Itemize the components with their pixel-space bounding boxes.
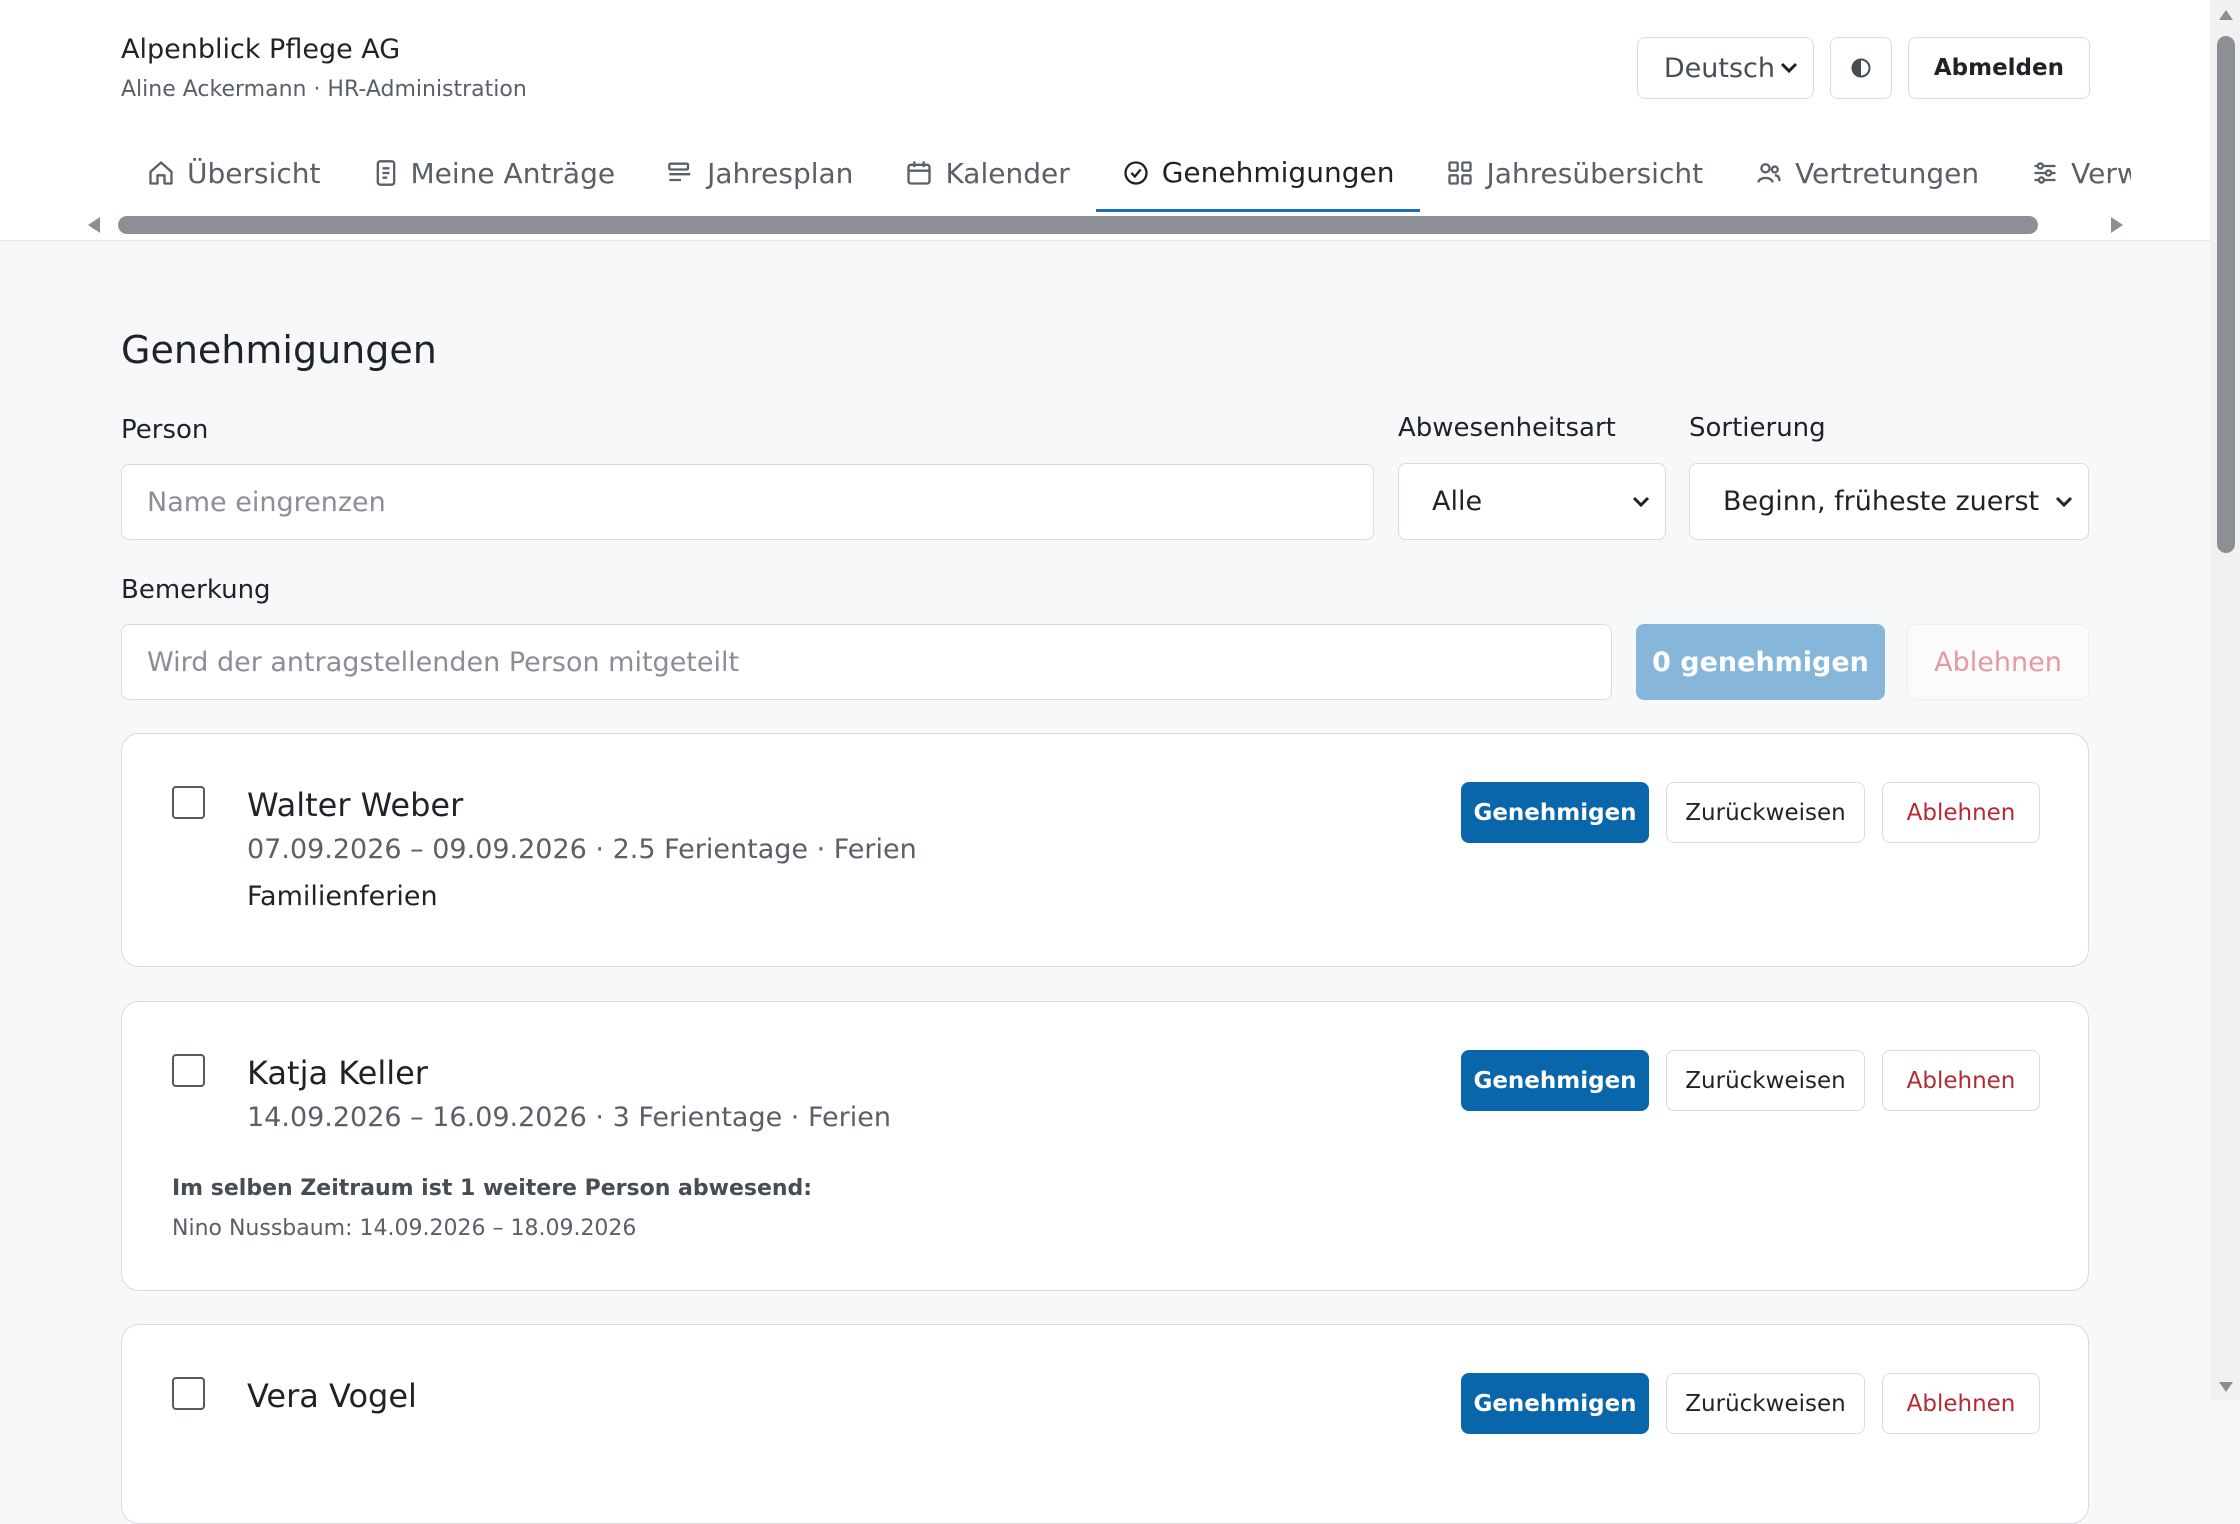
tab-kalender[interactable]: Kalender — [879, 136, 1095, 210]
tab-genehmigungen[interactable]: Genehmigungen — [1095, 136, 1421, 212]
request-note: Familienferien — [247, 881, 438, 912]
request-checkbox[interactable] — [172, 786, 205, 819]
scroll-right-icon[interactable] — [2111, 217, 2123, 233]
language-value: Deutsch — [1663, 52, 1775, 84]
scroll-up-icon[interactable] — [2219, 10, 2233, 20]
contrast-icon — [1851, 58, 1871, 78]
language-select[interactable]: Deutsch — [1636, 37, 1814, 99]
sort-label: Sortierung — [1689, 413, 1826, 443]
chevron-down-icon — [2055, 496, 2073, 507]
return-button[interactable]: Zurückweisen — [1666, 782, 1865, 843]
reject-button[interactable]: Ablehnen — [1882, 782, 2040, 843]
timeline-icon — [668, 162, 691, 182]
page-title: Genehmigungen — [121, 328, 437, 372]
top-controls: Deutsch Abmelden — [1636, 37, 2090, 99]
grid-icon — [1448, 161, 1473, 185]
document-icon — [376, 160, 395, 186]
tab-jahresplan[interactable]: Jahresplan — [641, 136, 879, 210]
sort-select[interactable]: Beginn, früheste zuerst — [1689, 463, 2089, 540]
approve-selected-button[interactable]: 0 genehmigen — [1636, 624, 1885, 700]
request-card: Katja Keller 14.09.2026 – 16.09.2026 · 3… — [121, 1001, 2089, 1291]
theme-toggle-button[interactable] — [1829, 37, 1892, 99]
logout-button[interactable]: Abmelden — [1907, 37, 2090, 99]
reject-button[interactable]: Ablehnen — [1882, 1373, 2040, 1434]
tab-verwaltung[interactable]: Verwaltu — [2005, 136, 2131, 210]
main-tabs: Übersicht Meine Anträge Jahresplan Kalen… — [121, 136, 2131, 212]
sort-value: Beginn, früheste zuerst — [1723, 486, 2040, 517]
absence-type-value: Alle — [1432, 486, 1483, 517]
scrollbar-thumb[interactable] — [2217, 36, 2235, 553]
person-filter-label: Person — [121, 415, 209, 445]
request-card: Walter Weber 07.09.2026 – 09.09.2026 · 2… — [121, 733, 2089, 967]
absence-type-label: Abwesenheitsart — [1398, 413, 1616, 443]
absence-type-select[interactable]: Alle — [1398, 463, 1666, 540]
user-role-line: Aline Ackermann · HR-Administration — [121, 77, 527, 102]
app-frame: Alpenblick Pflege AG Aline Ackermann · H… — [0, 0, 2240, 1524]
request-person-name: Vera Vogel — [247, 1377, 417, 1415]
return-button[interactable]: Zurückweisen — [1666, 1373, 1865, 1434]
request-checkbox[interactable] — [172, 1054, 205, 1087]
approve-button[interactable]: Genehmigen — [1461, 1373, 1649, 1434]
tab-label: Verwaltu — [2071, 156, 2131, 190]
tab-meine-antraege[interactable]: Meine Anträge — [347, 136, 642, 210]
request-meta: 07.09.2026 – 09.09.2026 · 2.5 Ferientage… — [247, 834, 917, 865]
people-icon — [1757, 163, 1781, 183]
overlap-person: Nino Nussbaum: 14.09.2026 – 18.09.2026 — [172, 1216, 637, 1241]
tab-uebersicht[interactable]: Übersicht — [121, 136, 347, 210]
brand: Alpenblick Pflege AG Aline Ackermann · H… — [121, 34, 527, 102]
request-actions: Genehmigen Zurückweisen Ablehnen — [1461, 782, 2040, 843]
request-person-name: Walter Weber — [247, 786, 464, 824]
remark-placeholder: Wird der antragstellenden Person mitgete… — [147, 646, 740, 678]
return-button[interactable]: Zurückweisen — [1666, 1050, 1865, 1111]
person-filter-placeholder: Name eingrenzen — [147, 486, 386, 518]
approve-button[interactable]: Genehmigen — [1461, 782, 1649, 843]
request-card: Vera Vogel Genehmigen Zurückweisen Ableh… — [121, 1324, 2089, 1524]
tab-label: Vertretungen — [1795, 156, 1980, 190]
tab-vertretungen[interactable]: Vertretungen — [1729, 136, 2005, 210]
org-name: Alpenblick Pflege AG — [121, 34, 401, 65]
home-icon — [149, 161, 173, 185]
tabs-horizontal-scrollbar[interactable] — [88, 215, 2123, 235]
sliders-icon — [2034, 162, 2056, 184]
approve-button[interactable]: Genehmigen — [1461, 1050, 1649, 1111]
calendar-icon — [907, 161, 932, 185]
request-checkbox[interactable] — [172, 1377, 205, 1410]
tab-label: Meine Anträge — [410, 156, 616, 190]
reject-button[interactable]: Ablehnen — [1882, 1050, 2040, 1111]
tab-label: Kalender — [945, 156, 1070, 190]
tab-label: Übersicht — [187, 156, 321, 190]
scrollbar-thumb[interactable] — [118, 216, 2038, 234]
request-actions: Genehmigen Zurückweisen Ablehnen — [1461, 1373, 2040, 1434]
remark-input[interactable]: Wird der antragstellenden Person mitgete… — [121, 624, 1612, 700]
person-filter-input[interactable]: Name eingrenzen — [121, 464, 1374, 540]
request-meta: 14.09.2026 – 16.09.2026 · 3 Ferientage ·… — [247, 1102, 891, 1133]
scroll-left-icon[interactable] — [88, 217, 100, 233]
tab-label: Jahresplan — [707, 156, 854, 190]
tab-label: Jahresübersicht — [1486, 156, 1704, 190]
app-header: Alpenblick Pflege AG Aline Ackermann · H… — [0, 0, 2210, 241]
check-circle-icon — [1124, 160, 1148, 185]
overlap-warning-title: Im selben Zeitraum ist 1 weitere Person … — [172, 1176, 813, 1201]
chevron-down-icon — [1780, 62, 1797, 74]
request-person-name: Katja Keller — [247, 1054, 428, 1092]
remark-label: Bemerkung — [121, 575, 271, 605]
tab-label: Genehmigungen — [1161, 156, 1395, 189]
page-vertical-scrollbar[interactable] — [2210, 0, 2240, 1400]
scroll-down-icon[interactable] — [2219, 1382, 2233, 1392]
reject-selected-button[interactable]: Ablehnen — [1907, 624, 2089, 700]
request-actions: Genehmigen Zurückweisen Ablehnen — [1461, 1050, 2040, 1111]
chevron-down-icon — [1632, 496, 1650, 507]
tab-jahresuebersicht[interactable]: Jahresübersicht — [1420, 136, 1729, 210]
